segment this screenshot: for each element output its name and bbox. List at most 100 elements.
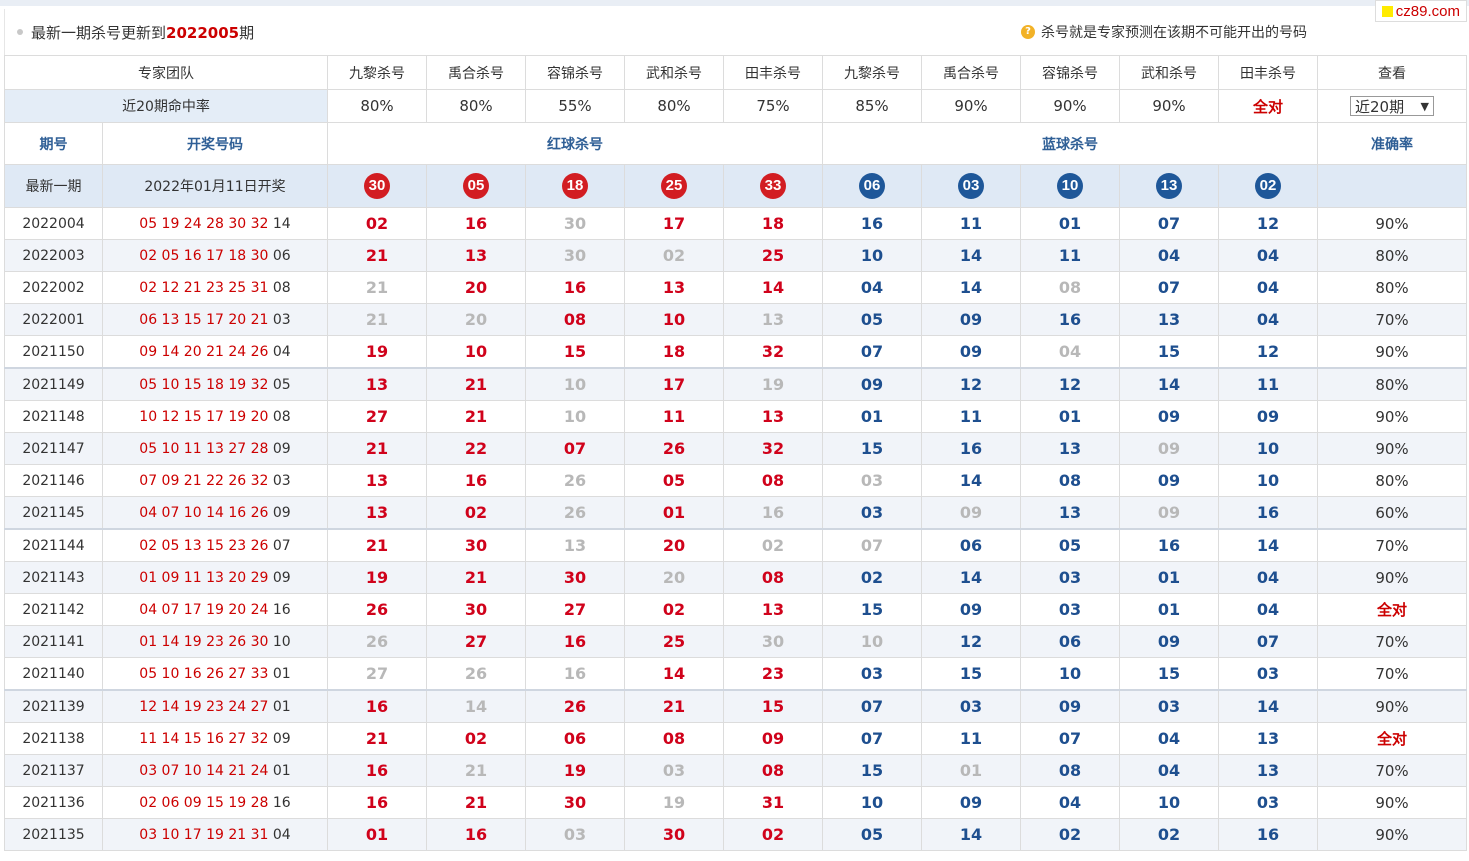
- blue-kill-ball: 06: [859, 173, 885, 199]
- accuracy-value: 90%: [1317, 786, 1467, 819]
- red-draw-numbers: 07 09 21 22 26 32: [139, 472, 269, 489]
- issue-number: 2021139: [4, 689, 103, 723]
- red-kill-number: 13: [426, 239, 526, 272]
- red-kill-number: 11: [624, 400, 724, 433]
- blue-kill-number: 12: [921, 367, 1021, 401]
- blue-kill-number: 12: [1218, 335, 1318, 369]
- accuracy-value: 90%: [1317, 335, 1467, 369]
- red-kill-number: 13: [327, 367, 427, 401]
- blue-kill-number: 14: [1119, 367, 1219, 401]
- blue-kill-ball: 02: [1255, 173, 1281, 199]
- expert-name: 禹合杀号: [426, 55, 526, 90]
- blue-kill-header: 蓝球杀号: [822, 122, 1318, 165]
- accuracy-value: 90%: [1317, 207, 1467, 240]
- blue-kill-number: 16: [1218, 818, 1318, 851]
- blue-draw-number: 08: [272, 408, 291, 425]
- period-select[interactable]: 近20期 ▼: [1350, 96, 1434, 116]
- draw-numbers: 03 07 10 14 21 24 01: [102, 754, 328, 787]
- accuracy-value: 70%: [1317, 303, 1467, 336]
- red-kill-number: 26: [525, 689, 625, 723]
- logo-text: cz89.com: [1395, 2, 1460, 20]
- red-kill-number: 15: [525, 335, 625, 369]
- red-kill-ball: 25: [661, 173, 687, 199]
- red-kill-number: 05: [624, 464, 724, 497]
- red-kill-number: 19: [624, 786, 724, 819]
- red-draw-numbers: 01 14 19 23 26 30: [139, 633, 269, 650]
- red-kill-number: 21: [327, 528, 427, 562]
- blue-draw-number: 09: [272, 569, 291, 586]
- help-tip-text: 杀号就是专家预测在该期不可能开出的号码: [1041, 25, 1307, 41]
- red-kill-number: 01: [327, 818, 427, 851]
- draw-numbers: 05 19 24 28 30 32 14: [102, 207, 328, 240]
- blue-kill-number: 03: [921, 689, 1021, 723]
- blue-draw-number: 09: [272, 440, 291, 457]
- blue-kill-number: 16: [921, 432, 1021, 465]
- blue-draw-number: 14: [272, 215, 291, 232]
- red-kill-ball: 30: [364, 173, 390, 199]
- red-kill-number: 21: [426, 400, 526, 433]
- red-kill-number: 30: [426, 593, 526, 626]
- red-kill-ball: 05: [463, 173, 489, 199]
- site-logo[interactable]: cz89.com: [1374, 0, 1467, 22]
- hit-rate-value: 80%: [426, 89, 526, 123]
- blue-kill-number: 02: [1119, 818, 1219, 851]
- red-kill-number: 14: [624, 657, 724, 691]
- draw-numbers: 07 09 21 22 26 32 03: [102, 464, 328, 497]
- blue-kill-number: 04: [1020, 335, 1120, 369]
- red-kill-number: 21: [426, 367, 526, 401]
- blue-kill-number: 09: [921, 786, 1021, 819]
- hit-rate-value: 90%: [1020, 89, 1120, 123]
- history-row: 2022001 06 13 15 17 20 21 03 21 20 08 10 13 05 0…: [4, 303, 1467, 336]
- history-row: 2021149 05 10 15 18 19 32 05 13 21 10 17 19 09 1…: [4, 367, 1467, 401]
- red-kill-number: 26: [327, 625, 427, 658]
- red-kill-number: 21: [426, 786, 526, 819]
- red-kill-number: 20: [624, 561, 724, 594]
- blue-kill-number: 09: [921, 303, 1021, 336]
- red-kill-number: 08: [525, 303, 625, 336]
- history-row: 2021139 12 14 19 23 24 27 01 16 14 26 21 15 07 0…: [4, 689, 1467, 723]
- red-kill-number: 13: [525, 528, 625, 562]
- help-tip: ? 杀号就是专家预测在该期不可能开出的号码: [1021, 22, 1307, 42]
- blue-kill-number: 07: [1119, 207, 1219, 240]
- red-kill-number: 08: [723, 754, 823, 787]
- red-kill-ball: 33: [760, 173, 786, 199]
- blue-draw-number: 01: [272, 665, 291, 682]
- accuracy-value: 90%: [1317, 400, 1467, 433]
- red-kill-number: 08: [624, 722, 724, 755]
- draw-numbers: 04 07 10 14 16 26 09: [102, 496, 328, 530]
- blue-draw-number: 09: [272, 504, 291, 521]
- blue-kill-number: 10: [1020, 657, 1120, 691]
- red-kill-number: 26: [426, 657, 526, 691]
- red-kill-number: 21: [624, 689, 724, 723]
- hit-rate-value: 全对: [1218, 89, 1318, 123]
- blue-kill-number: 12: [921, 625, 1021, 658]
- red-kill-number: 02: [426, 722, 526, 755]
- red-kill-number: 31: [723, 786, 823, 819]
- draw-numbers: 02 05 16 17 18 30 06: [102, 239, 328, 272]
- red-kill-number: 03: [525, 818, 625, 851]
- blue-kill-number: 05: [822, 303, 922, 336]
- accuracy-value: 80%: [1317, 464, 1467, 497]
- blue-kill-number: 14: [921, 239, 1021, 272]
- question-icon: ?: [1021, 25, 1035, 39]
- accuracy-value: 90%: [1317, 561, 1467, 594]
- issue-number: 2021141: [4, 625, 103, 658]
- blue-kill-number: 10: [822, 786, 922, 819]
- red-kill-number: 23: [723, 657, 823, 691]
- red-draw-numbers: 05 19 24 28 30 32: [139, 215, 269, 232]
- red-kill-number: 02: [624, 593, 724, 626]
- red-kill-number: 13: [723, 400, 823, 433]
- red-kill-number: 02: [327, 207, 427, 240]
- blue-kill-number: 04: [1119, 754, 1219, 787]
- red-kill-number: 02: [723, 818, 823, 851]
- history-row: 2021136 02 06 09 15 19 28 16 16 21 30 19 31 10 0…: [4, 786, 1467, 819]
- issue-number: 2021142: [4, 593, 103, 626]
- issue-number: 2021137: [4, 754, 103, 787]
- red-kill-number: 30: [426, 528, 526, 562]
- history-row: 2021138 11 14 15 16 27 32 09 21 02 06 08 09 07 1…: [4, 722, 1467, 755]
- blue-draw-number: 07: [272, 537, 291, 554]
- page-title: 最新一期杀号更新到2022005期: [31, 23, 255, 42]
- blue-draw-number: 06: [272, 247, 291, 264]
- blue-kill-number: 04: [1218, 593, 1318, 626]
- red-kill-number: 30: [525, 561, 625, 594]
